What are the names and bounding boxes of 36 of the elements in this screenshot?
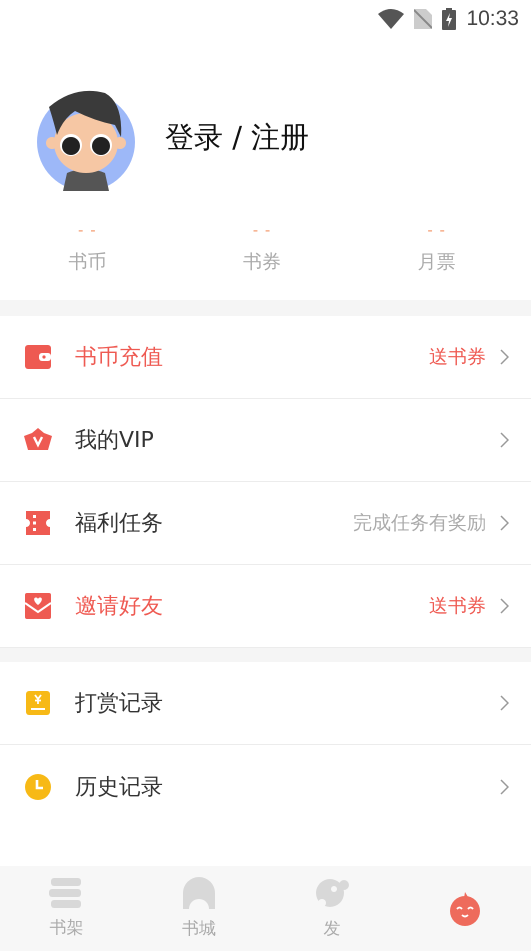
wallet-icon <box>25 345 51 369</box>
menu-label: 历史记录 <box>75 774 164 802</box>
clock-icon <box>25 774 51 800</box>
chevron-icon <box>500 598 509 614</box>
menu-detail: 送书券 <box>429 594 486 619</box>
envelope-icon <box>25 593 51 619</box>
menu-detail: 送书券 <box>429 345 486 370</box>
crown-icon <box>24 428 52 452</box>
stat-value: - - <box>427 221 446 239</box>
reward-icon <box>26 691 50 715</box>
wifi-icon <box>378 9 404 29</box>
stat-value: - - <box>78 221 97 239</box>
status-time: 10:33 <box>466 7 519 31</box>
menu-detail: 完成任务有奖励 <box>353 511 486 536</box>
menu-label: 我的VIP <box>75 427 155 455</box>
stat-label: 书券 <box>242 250 281 275</box>
arch-icon <box>183 877 216 909</box>
books-icon <box>49 878 84 908</box>
menu-label: 书币充值 <box>75 344 164 372</box>
battery-icon <box>442 8 456 30</box>
stat-label: 书币 <box>68 250 106 275</box>
ticket-icon <box>26 511 50 535</box>
chevron-icon <box>500 778 509 794</box>
no-sim-icon <box>414 9 432 29</box>
chevron-icon <box>500 515 509 531</box>
mascot-icon <box>448 892 481 926</box>
menu-label: 邀请好友 <box>75 593 164 621</box>
chevron-icon <box>500 349 509 365</box>
login-register-link[interactable]: 登录 / 注册 <box>165 118 310 158</box>
creature-icon <box>314 877 350 909</box>
chevron-icon <box>500 695 509 711</box>
menu-label: 福利任务 <box>75 510 164 538</box>
chevron-icon <box>500 432 509 448</box>
stat-value: - - <box>252 221 272 239</box>
menu-label: 打赏记录 <box>75 690 164 718</box>
stat-label: 月票 <box>418 250 456 275</box>
